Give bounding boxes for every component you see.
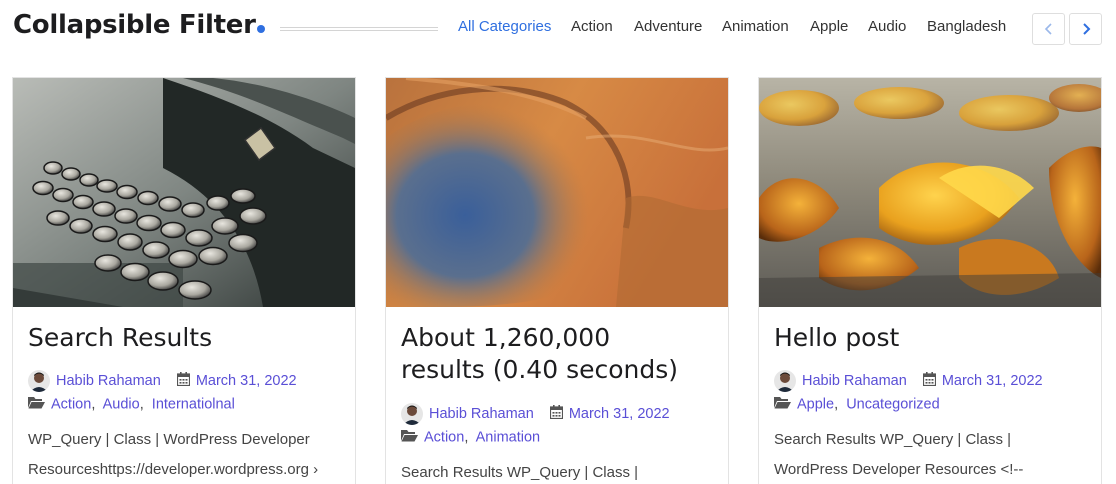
category-link[interactable]: Action: [51, 396, 91, 412]
category-link[interactable]: Animation: [476, 429, 540, 445]
category-link[interactable]: Audio: [103, 396, 140, 412]
autumn-leaves-photo: [759, 78, 1101, 307]
chevron-right-icon: [1082, 23, 1090, 35]
tab-animation[interactable]: Animation: [722, 18, 789, 35]
tab-action[interactable]: Action: [571, 18, 613, 35]
post-meta-categories: Apple, Uncategorized: [774, 396, 940, 413]
post-date-link[interactable]: March 31, 2022: [196, 373, 297, 389]
post-thumbnail[interactable]: [13, 78, 355, 307]
author-avatar: [28, 370, 50, 392]
typewriter-photo: [13, 78, 355, 307]
post-title[interactable]: Hello post: [774, 322, 1084, 354]
post-title[interactable]: About 1,260,000 results (0.40 seconds): [401, 322, 711, 386]
author-link[interactable]: Habib Rahaman: [56, 373, 161, 389]
post-card: About 1,260,000 results (0.40 seconds) H…: [385, 77, 729, 484]
category-filter-tabs: All Categories Action Adventure Animatio…: [0, 18, 1116, 40]
excerpt-line: Search Results WP_Query | Class |: [401, 464, 639, 481]
category-link[interactable]: Uncategorized: [846, 396, 940, 412]
tab-audio[interactable]: Audio: [868, 18, 906, 35]
post-excerpt: Search Results WP_Query | Class | WordPr…: [774, 425, 1094, 484]
post-meta-author-date: Habib Rahaman March 31, 2022: [28, 370, 297, 392]
chevron-left-icon: [1044, 23, 1052, 35]
tab-all-categories[interactable]: All Categories: [458, 18, 551, 35]
folder-open-icon: [774, 396, 791, 413]
filter-header: Collapsible Filter All Categories Action…: [0, 0, 1116, 60]
calendar-icon: [176, 372, 190, 390]
post-card: Hello post Habib Rahaman March 31, 2022 …: [758, 77, 1102, 484]
post-date-link[interactable]: March 31, 2022: [942, 373, 1043, 389]
category-link[interactable]: Internatiolnal: [152, 396, 235, 412]
post-excerpt: Search Results WP_Query | Class |: [401, 458, 721, 484]
category-link[interactable]: Action: [424, 429, 464, 445]
calendar-icon: [549, 405, 563, 423]
excerpt-line: WP_Query | Class | WordPress Developer: [28, 431, 310, 448]
folder-open-icon: [401, 429, 418, 446]
post-meta-categories: Action, Audio, Internatiolnal: [28, 396, 235, 413]
tab-apple[interactable]: Apple: [810, 18, 848, 35]
category-link[interactable]: Apple: [797, 396, 834, 412]
post-meta-author-date: Habib Rahaman March 31, 2022: [401, 403, 670, 425]
prev-button[interactable]: [1032, 13, 1065, 45]
author-link[interactable]: Habib Rahaman: [429, 406, 534, 422]
excerpt-line: Search Results WP_Query | Class |: [774, 431, 1012, 448]
author-link[interactable]: Habib Rahaman: [802, 373, 907, 389]
folder-open-icon: [28, 396, 45, 413]
post-card: Search Results Habib Rahaman March 31, 2…: [12, 77, 356, 484]
excerpt-line: WordPress Developer Resources <!--: [774, 461, 1024, 478]
tab-adventure[interactable]: Adventure: [634, 18, 702, 35]
post-meta-categories: Action, Animation: [401, 429, 540, 446]
post-thumbnail[interactable]: [759, 78, 1101, 307]
post-meta-author-date: Habib Rahaman March 31, 2022: [774, 370, 1043, 392]
author-avatar: [401, 403, 423, 425]
excerpt-line: Resourceshttps://developer.wordpress.org…: [28, 461, 319, 478]
post-thumbnail[interactable]: [386, 78, 728, 307]
post-title-line: About 1,260,000: [401, 323, 611, 352]
post-date-link[interactable]: March 31, 2022: [569, 406, 670, 422]
post-title-line: results (0.40 seconds): [401, 355, 679, 384]
calendar-icon: [922, 372, 936, 390]
post-title[interactable]: Search Results: [28, 322, 338, 354]
author-avatar: [774, 370, 796, 392]
crater-photo: [386, 78, 728, 307]
post-excerpt: WP_Query | Class | WordPress Developer R…: [28, 425, 348, 484]
next-button[interactable]: [1069, 13, 1102, 45]
tab-bangladesh[interactable]: Bangladesh: [927, 18, 1006, 35]
